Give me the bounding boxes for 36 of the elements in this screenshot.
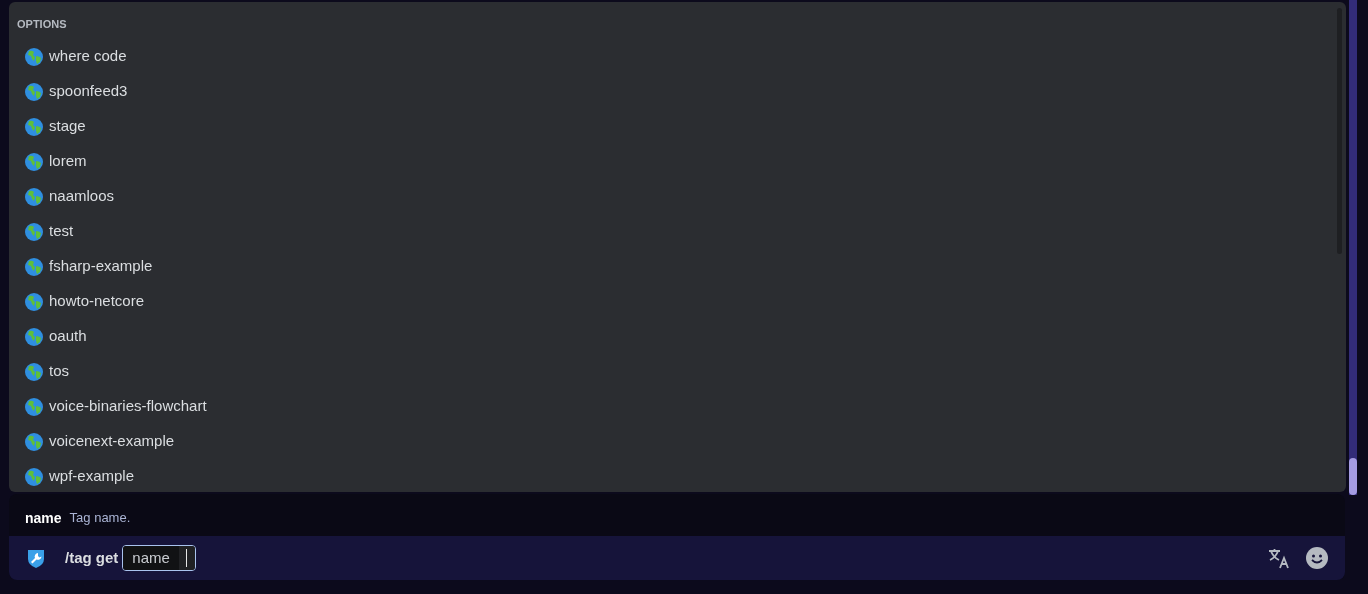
globe-icon: [25, 362, 43, 381]
globe-icon: [25, 82, 43, 101]
option-description: Tag name.: [69, 509, 131, 528]
globe-icon: [25, 152, 43, 171]
option-item[interactable]: spoonfeed3: [49, 80, 128, 103]
globe-icon: [25, 432, 43, 451]
globe-icon: [25, 257, 43, 276]
option-item[interactable]: fsharp-example: [49, 255, 153, 278]
option-item[interactable]: lorem: [49, 150, 87, 173]
globe-icon: [25, 222, 43, 241]
option-item[interactable]: wpf-example: [49, 465, 135, 488]
option-item[interactable]: voice-binaries-flowchart: [49, 395, 207, 418]
globe-icon: [25, 327, 43, 346]
globe-icon: [25, 467, 43, 486]
scrollbar[interactable]: [1349, 0, 1357, 495]
translate-icon[interactable]: [1267, 546, 1291, 570]
globe-icon: [25, 397, 43, 416]
option-item[interactable]: stage: [49, 115, 86, 138]
option-item[interactable]: where code: [49, 45, 127, 68]
command-text: /tag get: [65, 547, 119, 568]
option-item[interactable]: voicenext-example: [49, 430, 175, 453]
globe-icon: [25, 47, 43, 66]
option-item[interactable]: howto-netcore: [49, 290, 145, 313]
scrollbar-thumb[interactable]: [1349, 458, 1357, 495]
option-item[interactable]: tos: [49, 360, 69, 383]
option-item[interactable]: oauth: [49, 325, 87, 348]
globe-icon: [25, 187, 43, 206]
option-item[interactable]: naamloos: [49, 185, 115, 208]
option-name: name: [25, 508, 62, 528]
globe-icon: [25, 292, 43, 311]
option-item[interactable]: test: [49, 220, 74, 243]
popup-heading: OPTIONS: [17, 17, 67, 31]
emoji-icon[interactable]: [1305, 546, 1329, 570]
wrench-icon: [25, 547, 47, 569]
globe-icon: [25, 117, 43, 136]
parameter-field[interactable]: name: [122, 545, 196, 571]
